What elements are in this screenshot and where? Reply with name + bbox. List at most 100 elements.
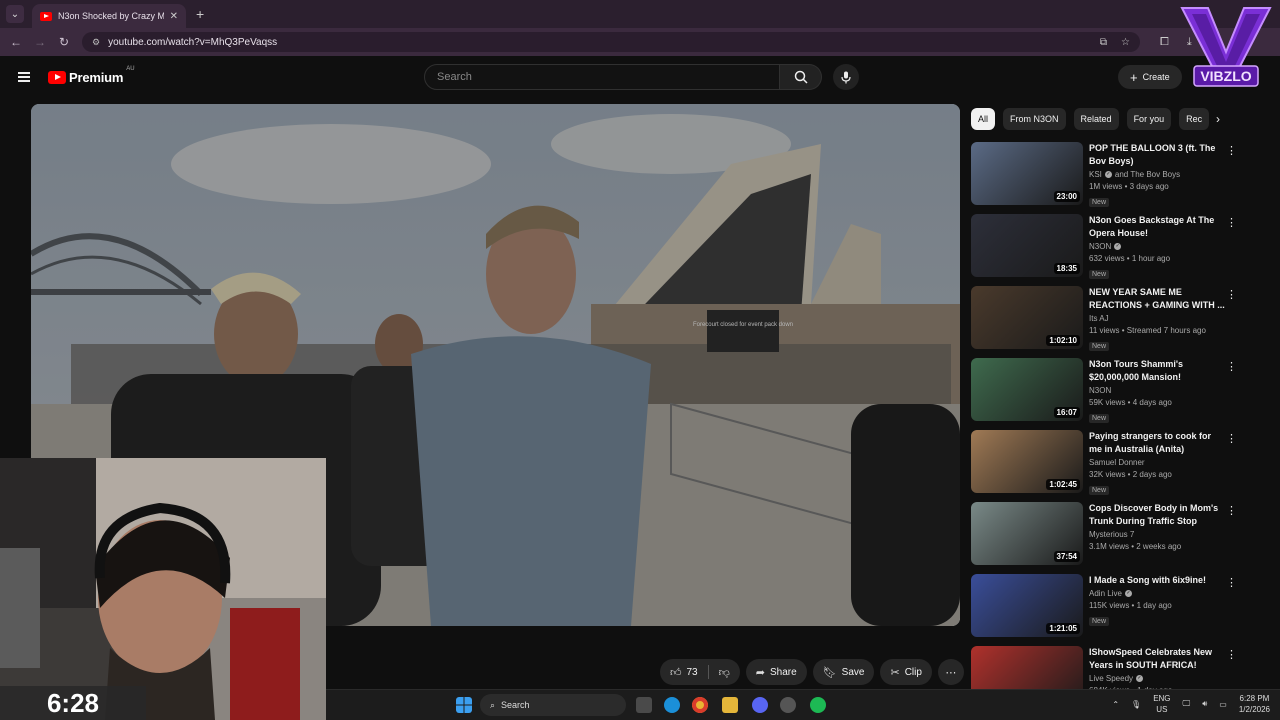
stream-clock: 6:28	[0, 686, 146, 720]
verified-check-icon: ✓	[1114, 243, 1122, 250]
volume-icon[interactable]: 🔊︎	[1202, 699, 1207, 709]
new-badge: New	[1089, 342, 1110, 351]
voice-search-button[interactable]	[833, 64, 859, 90]
save-button[interactable]: 🔖︎ Save	[812, 659, 875, 685]
video-thumbnail[interactable]: 37:54	[971, 502, 1083, 565]
channel-name[interactable]: Its AJ	[1089, 314, 1109, 323]
tab-search-icon[interactable]: ⌄	[6, 5, 24, 23]
video-thumbnail[interactable]: 23:00	[971, 142, 1083, 205]
more-vertical-icon[interactable]: ⋮	[1226, 648, 1237, 661]
video-title[interactable]: N3on Goes Backstage At The Opera House!	[1089, 214, 1225, 240]
omnibox[interactable]: ⚙ youtube.com/watch?v=MhQ3PeVaqss ⧉ ☆	[82, 32, 1140, 52]
recommendation-item[interactable]: 1:21:05 I Made a Song with 6ix9ine! Adin…	[971, 574, 1243, 646]
browser-tab[interactable]: N3on Shocked by Crazy Magic ✕	[32, 4, 186, 28]
chip-all[interactable]: All	[971, 108, 996, 130]
search-input[interactable]: Search	[424, 64, 780, 90]
windows-start-icon[interactable]	[456, 697, 472, 713]
more-vertical-icon[interactable]: ⋮	[1226, 576, 1237, 589]
channel-name[interactable]: N3ON	[1089, 386, 1111, 395]
more-vertical-icon[interactable]: ⋮	[1226, 504, 1237, 517]
site-info-icon[interactable]: ⚙	[92, 37, 100, 48]
recommendation-item[interactable]: 23:00 POP THE BALLOON 3 (ft. The Bov Boy…	[971, 142, 1243, 214]
video-title[interactable]: IShowSpeed Celebrates New Years in SOUTH…	[1089, 646, 1225, 672]
video-title[interactable]: POP THE BALLOON 3 (ft. The Bov Boys)	[1089, 142, 1225, 168]
channel-name[interactable]: Live Speedy	[1089, 674, 1133, 683]
channel-name[interactable]: KSI	[1089, 170, 1102, 179]
clock-tray[interactable]: 6:28 PM 1/2/2026	[1239, 693, 1270, 715]
recommendation-item[interactable]: 18:35 N3on Goes Backstage At The Opera H…	[971, 214, 1243, 286]
new-tab-icon[interactable]: +	[196, 6, 204, 22]
video-title[interactable]: Paying strangers to cook for me in Austr…	[1089, 430, 1225, 456]
verified-check-icon: ✓	[1136, 675, 1144, 682]
chip-recently-uploaded[interactable]: Rec	[1179, 108, 1210, 130]
chrome-icon[interactable]	[692, 697, 708, 713]
more-actions-button[interactable]: ⋯	[937, 659, 964, 685]
channel-row: Its AJ	[1089, 314, 1225, 323]
channel-collab: and The Bov Boys	[1114, 170, 1181, 179]
more-vertical-icon[interactable]: ⋮	[1226, 216, 1237, 229]
chevron-right-icon[interactable]: ›	[1216, 112, 1220, 126]
spotify-icon[interactable]	[810, 697, 826, 713]
install-app-icon[interactable]: ⧉	[1100, 37, 1107, 48]
close-tab-icon[interactable]: ✕	[170, 11, 178, 22]
forward-icon[interactable]: →	[28, 35, 52, 49]
locale-code: US	[1156, 705, 1168, 714]
channel-name[interactable]: Mysterious 7	[1089, 530, 1134, 539]
tray-date: 1/2/2026	[1238, 705, 1270, 714]
video-title[interactable]: N3on Tours Shammi's $20,000,000 Mansion!	[1089, 358, 1225, 384]
video-meta: 32K views • 2 days ago	[1089, 470, 1172, 479]
edge-icon[interactable]	[664, 697, 680, 713]
file-explorer-icon[interactable]	[722, 697, 738, 713]
youtube-favicon-icon	[40, 11, 52, 21]
url-text[interactable]: youtube.com/watch?v=MhQ3PeVaqss	[108, 37, 1086, 48]
microphone-tray-icon[interactable]: 🎙︎	[1131, 700, 1141, 709]
task-view-icon[interactable]	[636, 697, 652, 713]
more-vertical-icon[interactable]: ⋮	[1226, 144, 1237, 157]
youtube-logo[interactable]: Premium AU	[48, 66, 135, 85]
video-thumbnail[interactable]: 1:02:45	[971, 430, 1083, 493]
search-button[interactable]	[780, 64, 822, 90]
channel-name[interactable]: Adin Live	[1089, 589, 1122, 598]
new-badge: New	[1089, 414, 1110, 423]
language-indicator[interactable]: ENG US	[1153, 693, 1170, 715]
chip-from-n3on[interactable]: From N3ON	[1003, 108, 1066, 130]
chevron-up-icon[interactable]: ⌃	[1112, 700, 1119, 709]
discord-icon[interactable]	[752, 697, 768, 713]
chip-for-you[interactable]: For you	[1126, 108, 1172, 130]
back-icon[interactable]: ←	[4, 35, 28, 49]
video-thumbnail[interactable]: 1:21:05	[971, 574, 1083, 637]
obs-icon[interactable]	[780, 697, 796, 713]
region-code: AU	[126, 65, 135, 72]
tray-time: 6:28 PM	[1239, 694, 1270, 703]
extensions-icon[interactable]: ⧠	[1160, 36, 1169, 49]
recommendation-item[interactable]: 16:07 N3on Tours Shammi's $20,000,000 Ma…	[971, 358, 1243, 430]
more-vertical-icon[interactable]: ⋮	[1226, 432, 1237, 445]
video-title[interactable]: Cops Discover Body in Mom's Trunk During…	[1089, 502, 1225, 528]
recommendation-item[interactable]: 37:54 Cops Discover Body in Mom's Trunk …	[971, 502, 1243, 574]
dislike-button[interactable]: 👎︎	[709, 659, 740, 685]
recommendation-item[interactable]: 1:02:45 Paying strangers to cook for me …	[971, 430, 1243, 502]
more-vertical-icon[interactable]: ⋮	[1226, 360, 1237, 373]
taskbar-search[interactable]: ⌕ Search	[480, 694, 626, 716]
recommendation-item[interactable]: 1:02:10 NEW YEAR SAME ME REACTIONS + GAM…	[971, 286, 1243, 358]
video-title[interactable]: I Made a Song with 6ix9ine!	[1089, 574, 1225, 587]
create-button[interactable]: + Create	[1118, 65, 1182, 89]
reload-icon[interactable]: ↻	[52, 35, 76, 49]
channel-row: N3ON ✓	[1089, 242, 1225, 251]
more-vertical-icon[interactable]: ⋮	[1226, 288, 1237, 301]
channel-name[interactable]: Samuel Donner	[1089, 458, 1145, 467]
share-button[interactable]: ➦ Share	[745, 659, 807, 685]
video-info: POP THE BALLOON 3 (ft. The Bov Boys) KSI…	[1089, 142, 1225, 214]
video-title[interactable]: NEW YEAR SAME ME REACTIONS + GAMING WITH…	[1089, 286, 1225, 312]
channel-name[interactable]: N3ON	[1089, 242, 1111, 251]
video-thumbnail[interactable]: 16:07	[971, 358, 1083, 421]
network-icon[interactable]: 🖵︎	[1183, 699, 1191, 709]
battery-icon[interactable]: ▭	[1219, 700, 1227, 709]
chip-related[interactable]: Related	[1073, 108, 1119, 130]
clip-button[interactable]: ✂ Clip	[880, 659, 932, 685]
bookmark-star-icon[interactable]: ☆	[1121, 37, 1130, 48]
video-thumbnail[interactable]: 18:35	[971, 214, 1083, 277]
like-button[interactable]: 👍︎ 73	[660, 659, 708, 685]
menu-icon[interactable]	[18, 72, 30, 82]
video-thumbnail[interactable]: 1:02:10	[971, 286, 1083, 349]
